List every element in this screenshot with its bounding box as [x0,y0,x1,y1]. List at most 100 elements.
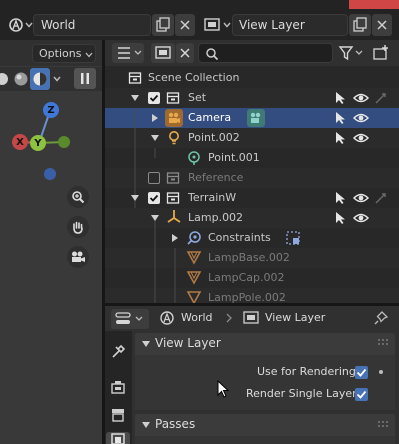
expand-arrow-icon[interactable] [150,213,160,223]
render-toggle-icon[interactable] [374,91,388,105]
empty-object-icon [167,210,181,223]
camera-data-icon[interactable] [247,109,265,127]
drag-handle-icon[interactable] [378,421,390,429]
eye-icon[interactable] [353,91,369,105]
view-layer-panel-title: View Layer [155,336,221,350]
expand-arrow-icon[interactable] [150,113,160,123]
mesh-object-icon [186,291,202,303]
view-layer-icon[interactable] [201,14,223,36]
select-arrow-icon[interactable] [334,111,346,125]
search-icon [206,48,219,61]
pin-icon[interactable] [373,310,389,326]
constraint-icon [187,231,201,245]
view-layer-field[interactable]: View Layer [232,14,348,36]
render-single-layer-checkbox[interactable] [355,388,368,401]
shading-material-icon[interactable] [12,69,30,89]
options-label: Options [39,47,82,60]
expand-arrow-icon[interactable] [150,133,160,143]
view-layer-text: View Layer [239,18,305,32]
eye-icon[interactable] [353,111,369,125]
eye-icon[interactable] [353,211,369,225]
eye-icon[interactable] [353,131,369,145]
collection-icon [166,172,180,184]
collection-icon [128,72,142,84]
delete-view-layer-button[interactable] [372,14,392,36]
new-scene-button[interactable] [152,14,174,36]
properties-editor-type-button[interactable] [111,309,149,329]
constraint-data-icon[interactable] [285,230,301,246]
new-view-layer-button[interactable] [349,14,371,36]
outliner-item-label: LampCap.002 [208,271,285,284]
render-single-layer-label: Render Single Layer [246,387,357,400]
gizmo-y-label: Y [34,137,42,149]
use-for-rendering-label: Use for Rendering [257,365,356,378]
scene-name-text: World [41,18,76,32]
select-arrow-icon[interactable] [334,91,346,105]
eye-icon[interactable] [353,191,369,205]
outliner-item-label: Camera [188,111,232,124]
gizmo-z-axis[interactable]: Z [43,102,59,118]
delete-scene-button[interactable] [175,14,195,36]
outliner-item-label: Lamp.002 [188,211,244,224]
breadcrumb-separator-icon [226,313,232,323]
outliner-item-label: Reference [188,171,244,184]
expand-arrow-icon[interactable] [130,93,140,103]
options-dropdown[interactable]: Options [32,44,96,63]
select-arrow-icon[interactable] [334,211,346,225]
select-arrow-icon[interactable] [334,131,346,145]
shading-solid-icon[interactable] [0,69,10,89]
pause-render-button[interactable] [74,68,96,89]
display-mode-close-button[interactable] [176,43,194,63]
tool-settings-tab[interactable] [107,341,129,363]
select-arrow-icon[interactable] [334,191,346,205]
new-collection-button[interactable] [370,43,392,63]
view-layer-icon [243,311,259,324]
gizmo-y-axis[interactable]: Y [30,135,46,151]
chevron-down-icon[interactable] [52,70,62,88]
light-object-icon [169,131,179,145]
outliner-search-input[interactable] [198,43,333,63]
expand-arrow-icon[interactable] [170,233,180,243]
outliner-item-label: Constraints [208,231,271,244]
collection-icon [166,92,180,104]
animate-property-dot[interactable] [379,370,383,374]
passes-panel-title: Passes [155,417,196,431]
render-tab[interactable] [107,376,129,398]
chevron-down-icon[interactable] [222,16,232,34]
breadcrumb-view-layer: View Layer [265,311,326,324]
output-tab[interactable] [107,404,129,426]
collection-checkbox[interactable] [148,192,160,204]
mesh-object-icon [186,271,202,285]
display-mode-button[interactable] [151,43,175,63]
gizmo-x-axis[interactable]: X [12,134,28,150]
panel-collapse-icon[interactable] [141,339,151,349]
shading-rendered-icon[interactable] [30,68,50,90]
hand-pan-icon[interactable] [67,216,89,238]
scene-name-field[interactable]: World [33,14,151,36]
expand-arrow-icon[interactable] [130,193,140,203]
outliner-item-label: TerrainW [188,191,237,204]
outliner-item-label: LampPole.002 [208,291,286,304]
breadcrumb-world: World [181,311,213,324]
view-layer-tab[interactable] [106,432,130,444]
outliner-item-label: Set [188,91,207,104]
gizmo-x-label: X [16,136,24,148]
window-close-button[interactable] [349,0,399,9]
use-for-rendering-checkbox[interactable] [355,366,368,379]
mesh-object-icon [186,251,202,265]
render-toggle-icon[interactable] [374,191,388,205]
collection-checkbox[interactable] [148,172,160,184]
camera-object-icon [165,109,183,127]
outliner-item-label: Scene Collection [148,71,240,84]
filter-button[interactable] [336,43,366,63]
properties-scroll-shadow [135,436,395,444]
drag-handle-icon[interactable] [378,339,390,347]
collection-checkbox[interactable] [148,92,160,104]
light-data-icon [188,151,200,165]
zoom-icon[interactable] [67,186,89,208]
outliner-item-label: Point.002 [188,131,240,144]
editor-type-button[interactable] [112,43,144,63]
camera-view-icon[interactable] [67,246,89,268]
outliner-item-label: Point.001 [208,151,260,164]
panel-expand-icon[interactable] [141,420,151,430]
